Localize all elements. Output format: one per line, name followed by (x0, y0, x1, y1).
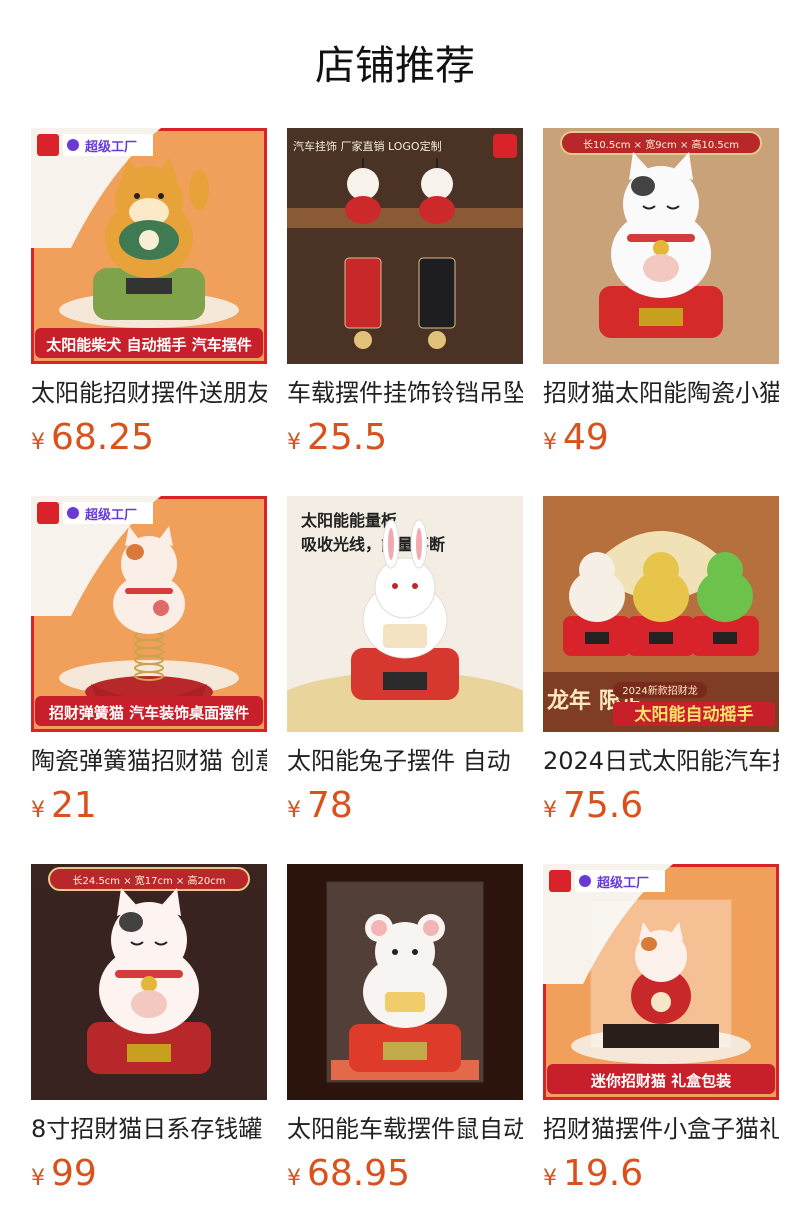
product-card[interactable]: 超级工厂太阳能柴犬 自动摇手 汽车摆件太阳能招财摆件送朋友汽车摆件 ¥68.25 (31, 128, 267, 496)
currency-symbol: ¥ (543, 1166, 557, 1191)
price-value: 19.6 (563, 1153, 644, 1194)
badge-label: 超级工厂 (85, 139, 137, 155)
product-card[interactable]: 龙年 限定2024新款招财龙太阳能自动摇手2024日式太阳能汽车摆件¥75.6 (543, 496, 779, 864)
product-price: ¥21 (31, 782, 267, 830)
price-value: 21 (51, 785, 97, 826)
size-label: 长10.5cm × 宽9cm × 高10.5cm (583, 138, 739, 151)
product-price: ¥68.25 (31, 414, 267, 462)
product-image[interactable]: 龙年 限定 2024新款招财龙 太阳能自动摇手 (543, 496, 779, 732)
price-value: 99 (51, 1153, 97, 1194)
currency-symbol: ¥ (543, 798, 557, 823)
currency-symbol: ¥ (287, 430, 301, 455)
image-top-text: 汽车挂饰 厂家直销 LOGO定制 (293, 139, 442, 153)
product-name[interactable]: 太阳能招财摆件送朋友汽车摆件 (31, 376, 267, 410)
currency-symbol: ¥ (287, 798, 301, 823)
page-title: 店铺推荐 (315, 43, 475, 89)
product-name[interactable]: 招财猫摆件小盒子猫礼 (543, 1112, 779, 1146)
size-label: 长24.5cm × 宽17cm × 高20cm (73, 874, 226, 887)
product-card[interactable]: 太阳能能量板 吸收光线，能量不断太阳能兔子摆件 自动 ¥78 (287, 496, 523, 864)
product-name[interactable]: 太阳能车载摆件鼠自动 (287, 1112, 523, 1146)
price-value: 78 (307, 785, 353, 826)
product-price: ¥19.6 (543, 1150, 779, 1198)
product-name[interactable]: 招财猫太阳能陶瓷小猫 (543, 376, 779, 410)
product-name[interactable]: 车载摆件挂饰铃铛吊坠 (287, 376, 523, 410)
super-factory-badge: 超级工厂 (37, 134, 153, 156)
product-card[interactable]: 超级工厂招财弹簧猫 汽车装饰桌面摆件陶瓷弹簧猫招财猫 创意 ¥21 (31, 496, 267, 864)
price-value: 68.95 (307, 1153, 411, 1194)
product-image[interactable]: 长10.5cm × 宽9cm × 高10.5cm (543, 128, 779, 364)
product-card[interactable]: 长10.5cm × 宽9cm × 高10.5cm 招财猫太阳能陶瓷小猫 ¥49 (543, 128, 779, 496)
minicat-figure (590, 899, 732, 1049)
product-name[interactable]: 2024日式太阳能汽车摆件 (543, 744, 779, 778)
product-image[interactable] (287, 864, 523, 1100)
product-card[interactable]: 汽车挂饰 厂家直销 LOGO定制车载摆件挂饰铃铛吊坠 ¥25.5 (287, 128, 523, 496)
product-image[interactable]: 长24.5cm × 宽17cm × 高20cm (31, 864, 267, 1100)
product-grid: 超级工厂太阳能柴犬 自动摇手 汽车摆件太阳能招财摆件送朋友汽车摆件¥68.25汽… (31, 128, 779, 1232)
currency-symbol: ¥ (287, 1166, 301, 1191)
currency-symbol: ¥ (31, 430, 45, 455)
product-price: ¥75.6 (543, 782, 779, 830)
product-card[interactable]: 超级工厂迷你招财猫 礼盒包装招财猫摆件小盒子猫礼 ¥19.6 (543, 864, 779, 1232)
product-name[interactable]: 8寸招財猫日系存钱罐 (31, 1112, 267, 1146)
product-card[interactable]: 长24.5cm × 宽17cm × 高20cm 8寸招財猫日系存钱罐 ¥99 (31, 864, 267, 1232)
product-image[interactable]: 汽车挂饰 厂家直销 LOGO定制 (287, 128, 523, 364)
product-price: ¥78 (287, 782, 523, 830)
currency-symbol: ¥ (31, 1166, 45, 1191)
badge-label: 超级工厂 (85, 507, 137, 523)
product-card[interactable]: 太阳能车载摆件鼠自动 ¥68.95 (287, 864, 523, 1232)
price-value: 25.5 (307, 417, 388, 458)
product-price: ¥49 (543, 414, 779, 462)
product-price: ¥25.5 (287, 414, 523, 462)
product-name[interactable]: 陶瓷弹簧猫招财猫 创意 (31, 744, 267, 778)
product-image[interactable]: 太阳能能量板 吸收光线，能量不断 (287, 496, 523, 732)
image-banner-text: 招财弹簧猫 汽车装饰桌面摆件 (49, 704, 249, 722)
dragon-tag-sub: 2024新款招财龙 (622, 684, 697, 697)
product-image[interactable]: 超级工厂迷你招财猫 礼盒包装 (543, 864, 779, 1100)
price-value: 68.25 (51, 417, 155, 458)
product-image[interactable]: 超级工厂招财弹簧猫 汽车装饰桌面摆件 (31, 496, 267, 732)
super-factory-badge: 超级工厂 (37, 502, 153, 524)
product-image[interactable]: 超级工厂太阳能柴犬 自动摇手 汽车摆件 (31, 128, 267, 364)
image-banner-text: 太阳能自动摇手 (635, 704, 754, 725)
image-banner-text: 迷你招财猫 礼盒包装 (590, 1072, 732, 1090)
product-price: ¥99 (31, 1150, 267, 1198)
currency-symbol: ¥ (543, 430, 557, 455)
image-text-line1: 太阳能能量板 (300, 511, 398, 530)
product-price: ¥68.95 (287, 1150, 523, 1198)
currency-symbol: ¥ (31, 798, 45, 823)
price-value: 75.6 (563, 785, 644, 826)
product-name[interactable]: 太阳能兔子摆件 自动 (287, 744, 523, 778)
super-factory-badge: 超级工厂 (549, 870, 665, 892)
badge-label: 超级工厂 (597, 875, 649, 891)
price-value: 49 (563, 417, 609, 458)
image-banner-text: 太阳能柴犬 自动摇手 汽车摆件 (46, 336, 251, 354)
